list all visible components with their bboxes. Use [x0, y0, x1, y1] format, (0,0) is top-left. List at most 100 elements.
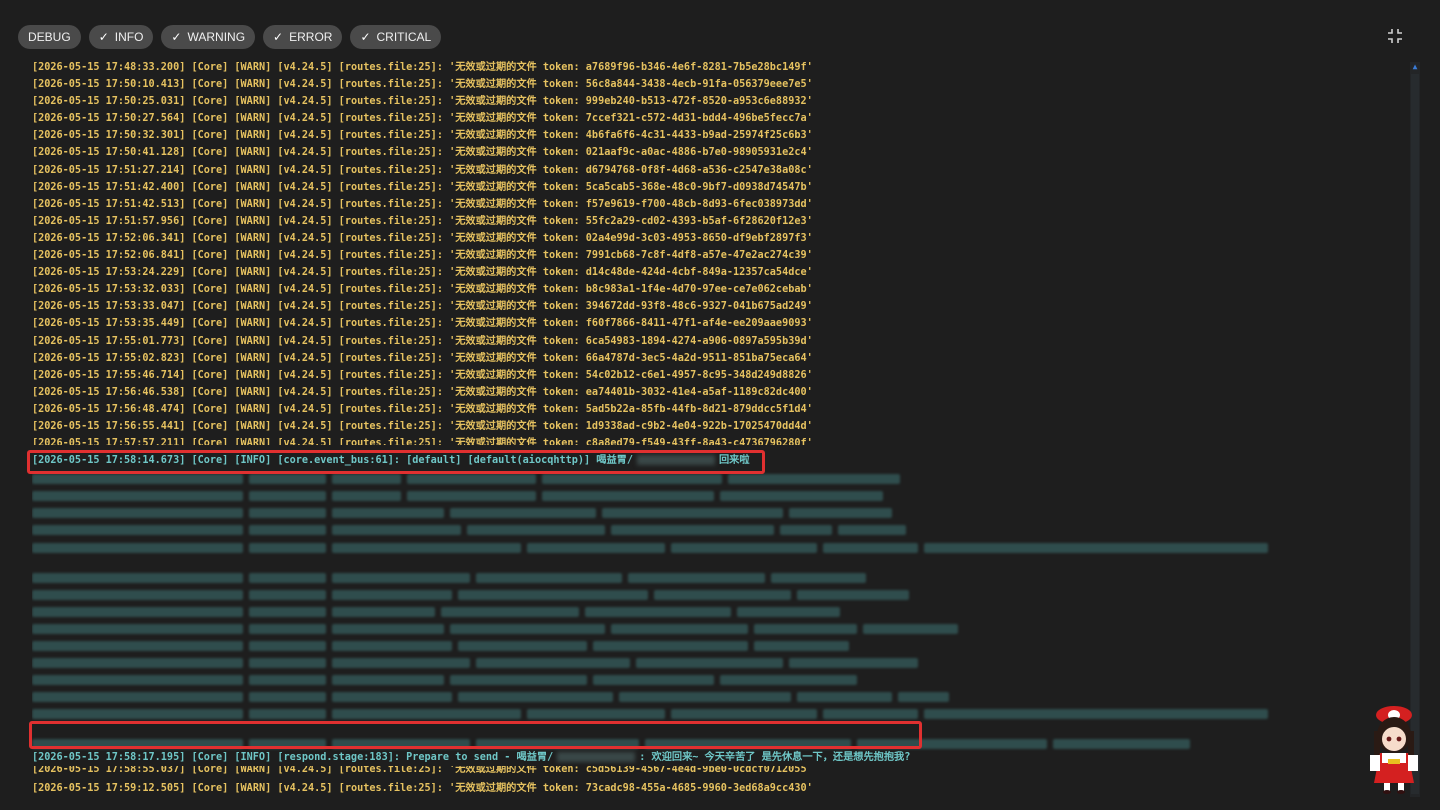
log-line-warn: [2026-05-15 17:51:42.513] [Core] [WARN] … — [32, 198, 813, 210]
log-token: 5ad5b22a-85fb-44fb-8d21-879ddcc5f1d4 — [585, 403, 807, 415]
log-timestamp: [2026-05-15 17:51:42.513] — [32, 198, 186, 210]
blurred-segment — [923, 542, 1268, 553]
log-message: [Core] [WARN] [v4.24.5] [routes.file:25]… — [191, 164, 586, 176]
log-line-warn: [2026-05-15 17:50:32.301] [Core] [WARN] … — [32, 130, 813, 142]
log-message: [Core] [WARN] [v4.24.5] [routes.file:25]… — [191, 335, 586, 347]
filter-info[interactable]: ✓ INFO — [88, 25, 154, 49]
log-line-blurred — [32, 568, 1372, 585]
log-message: [Core] [WARN] [v4.24.5] [routes.file:25]… — [191, 420, 586, 432]
log-line-warn: [2026-05-15 17:57:57.211] [Core] [WARN] … — [32, 435, 1372, 445]
log-token: 5ca5cab5-368e-48c0-9bf7-d0938d74547b — [585, 181, 807, 193]
log-timestamp: [2026-05-15 17:55:02.823] — [32, 352, 186, 364]
log-line-warn: [2026-05-15 17:50:25.031] [Core] [WARN] … — [32, 96, 813, 108]
filter-debug[interactable]: DEBUG — [18, 25, 81, 49]
blurred-segment — [475, 658, 631, 668]
log-line-warn: [2026-05-15 17:53:24.229] [Core] [WARN] … — [32, 267, 813, 279]
blurred-segment — [754, 623, 858, 634]
log-token: f60f7866-8411-47f1-af4e-ee209aae9093 — [585, 318, 807, 330]
blurred-segment — [1052, 739, 1191, 750]
log-line-blurred — [32, 503, 1372, 520]
log-timestamp: [2026-05-15 17:48:33.200] — [32, 62, 186, 73]
log-token: 1d9338ad-c9b2-4e04-922b-17025470dd4d — [585, 420, 807, 432]
log-token: f57e9619-f700-48cb-8d93-6fec038973dd — [585, 198, 807, 210]
blurred-segment — [32, 623, 243, 634]
log-line-warn: [2026-05-15 17:52:06.341] [Core] [WARN] … — [32, 232, 813, 244]
blurred-segment — [449, 675, 588, 686]
log-token: 55fc2a29-cd02-4393-b5af-6f28620f12e3 — [585, 215, 807, 227]
log-message: [Core] [WARN] [v4.24.5] [routes.file:25]… — [191, 96, 586, 108]
log-timestamp: [2026-05-15 17:56:46.538] — [32, 386, 186, 398]
scroll-up-icon[interactable]: ▲ — [1410, 62, 1420, 71]
log-line-warn: [2026-05-15 17:55:01.773] [Core] [WARN] … — [32, 335, 813, 347]
filter-critical[interactable]: ✓ CRITICAL — [350, 25, 442, 49]
scrollbar[interactable]: ▲ — [1410, 62, 1420, 797]
blurred-segment — [406, 474, 536, 485]
log-token: 02a4e99d-3c03-4953-8650-df9ebf2897f3 — [585, 232, 807, 244]
log-timestamp: [2026-05-15 17:51:42.400] — [32, 181, 186, 193]
blurred-segment — [837, 525, 907, 536]
log-line-warn: [2026-05-15 17:53:35.449] [Core] [WARN] … — [32, 318, 813, 330]
blurred-segment — [248, 542, 327, 553]
blurred-segment — [248, 589, 327, 600]
log-line-warn-partial: [2026-05-15 17:58:55.037] [Core] [WARN] … — [32, 766, 1372, 775]
log-message: [Core] [WARN] [v4.24.5] [routes.file:25]… — [191, 301, 586, 313]
blurred-segment — [248, 675, 327, 686]
blurred-segment — [449, 623, 605, 634]
blurred-segment — [788, 508, 892, 519]
log-timestamp: [2026-05-15 17:56:55.441] — [32, 420, 186, 432]
filter-error[interactable]: ✓ ERROR — [263, 25, 343, 49]
mascot-image — [1370, 706, 1418, 794]
blurred-segment — [780, 525, 832, 536]
blurred-segment — [458, 589, 648, 600]
log-line-warn: [2026-05-15 17:56:46.538] [Core] [WARN] … — [32, 386, 813, 398]
blurred-segment — [32, 589, 243, 600]
blurred-segment — [248, 572, 327, 583]
log-token: 021aaf9c-a0ac-4886-b7e0-98905931e2c4 — [585, 147, 807, 159]
blurred-segment — [248, 692, 327, 703]
check-icon: ✓ — [273, 30, 284, 44]
blurred-segment — [670, 709, 818, 720]
log-line-warn: [2026-05-15 17:51:42.400] [Core] [WARN] … — [32, 181, 813, 193]
blurred-segment — [32, 640, 243, 651]
log-line-blurred — [32, 486, 1372, 503]
blurred-segment — [332, 606, 436, 617]
blurred-segment — [332, 572, 470, 583]
log-message: [Core] [WARN] [v4.24.5] [routes.file:25]… — [191, 783, 586, 795]
scroll-thumb[interactable] — [1411, 74, 1419, 794]
log-timestamp: [2026-05-15 17:57:57.211] — [32, 438, 186, 446]
log-timestamp: [2026-05-15 17:56:48.474] — [32, 403, 186, 415]
blurred-segment — [823, 709, 918, 720]
blurred-segment — [458, 692, 614, 703]
log-message: [Core] [WARN] [v4.24.5] [routes.file:25]… — [191, 79, 586, 91]
filter-info-label: INFO — [114, 30, 144, 44]
blurred-segment — [610, 525, 775, 536]
blurred-segment — [32, 675, 243, 686]
blurred-segment — [32, 542, 243, 553]
log-token: d6794768-0f8f-4d68-a536-c2547e38a08c — [585, 164, 807, 176]
collapse-icon[interactable] — [1385, 26, 1405, 46]
blurred-segment — [332, 692, 453, 703]
log-message: [Core] [WARN] [v4.24.5] [routes.file:25]… — [191, 113, 586, 125]
blurred-segment — [32, 491, 243, 502]
log-timestamp: [2026-05-15 17:50:27.564] — [32, 113, 186, 125]
blurred-segment — [332, 658, 470, 668]
blurred-segment — [32, 658, 243, 668]
blurred-segment — [897, 692, 950, 703]
log-token: 394672dd-93f8-48c6-9327-041b675ad249 — [585, 301, 807, 313]
blurred-segment — [449, 508, 597, 519]
log-message: [2026-05-15 17:58:55.037] [Core] [WARN] … — [32, 766, 807, 776]
log-level-filters: DEBUG ✓ INFO ✓ WARNING ✓ ERROR ✓ CRITICAL — [18, 25, 442, 49]
filter-warning[interactable]: ✓ WARNING — [161, 25, 256, 49]
blurred-segment — [754, 640, 849, 651]
log-message: [Core] [WARN] [v4.24.5] [routes.file:25]… — [191, 318, 586, 330]
log-token: c8a8ed79-f549-43ff-8a43-c4736796280f — [585, 438, 807, 446]
log-token: 6ca54983-1894-4274-a906-0897a595b39d — [585, 335, 807, 347]
blurred-segment — [32, 606, 243, 617]
blurred-segment — [248, 491, 327, 502]
blurred-segment — [619, 692, 792, 703]
blurred-segment — [406, 491, 536, 502]
blurred-segment — [441, 606, 579, 617]
log-line-info-highlighted: [2026-05-15 17:58:17.195] [Core] [INFO] … — [32, 749, 1372, 766]
log-timestamp: [2026-05-15 17:53:33.047] — [32, 301, 186, 313]
log-timestamp: [2026-05-15 17:52:06.341] — [32, 232, 186, 244]
